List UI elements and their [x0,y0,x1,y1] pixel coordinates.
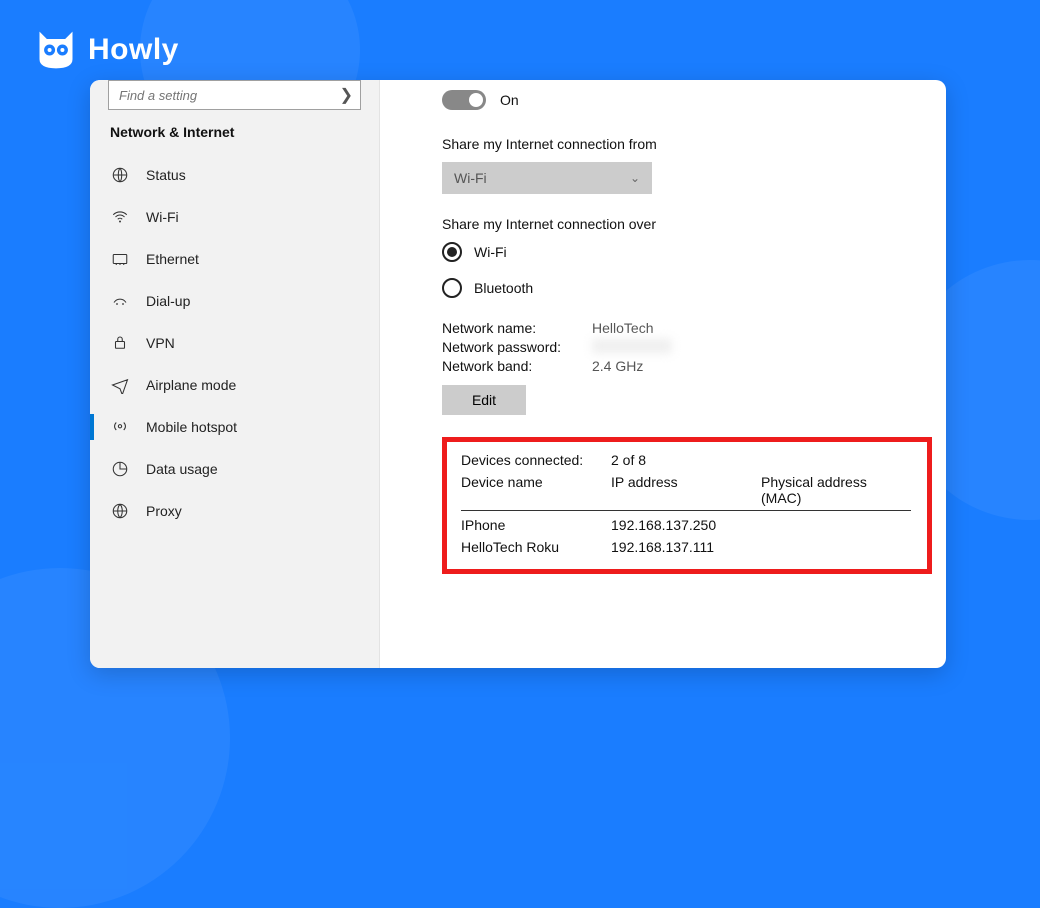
chevron-down-icon: ⌄ [630,171,640,185]
edit-button[interactable]: Edit [442,385,526,415]
hotspot-icon [110,417,130,437]
radio-wifi-row[interactable]: Wi-Fi [442,242,946,262]
sidebar-item-proxy[interactable]: Proxy [90,490,379,532]
radio-bluetooth-row[interactable]: Bluetooth [442,278,946,298]
sidebar-item-label: Status [146,167,186,183]
share-from-dropdown[interactable]: Wi-Fi ⌄ [442,162,652,194]
search-wrap: ❯ [108,80,361,110]
col-device-name: Device name [461,474,611,506]
radio-wifi[interactable] [442,242,462,262]
share-from-selected: Wi-Fi [454,170,487,186]
col-mac: Physical address (MAC) [761,474,911,506]
sidebar-item-hotspot[interactable]: Mobile hotspot [90,406,379,448]
share-over-group: Share my Internet connection over Wi-Fi … [442,216,946,298]
dialup-icon [110,291,130,311]
sidebar-item-label: Ethernet [146,251,199,267]
sidebar-nav: Status Wi-Fi Ethernet Dial-up [90,154,379,532]
sidebar-item-label: Airplane mode [146,377,236,393]
ethernet-icon [110,249,130,269]
vpn-icon [110,333,130,353]
network-name-value: HelloTech [592,320,653,336]
share-from-label: Share my Internet connection from [442,136,946,152]
network-band-value: 2.4 GHz [592,358,643,374]
share-from-group: Share my Internet connection from Wi-Fi … [442,136,946,194]
globe-icon [110,165,130,185]
settings-window: ❯ Network & Internet Status Wi-Fi Ether [90,80,946,668]
proxy-icon [110,501,130,521]
sidebar-section-title: Network & Internet [110,124,379,140]
airplane-icon [110,375,130,395]
devices-connected-label: Devices connected: [461,452,611,468]
sidebar-item-label: Proxy [146,503,182,519]
sidebar-item-ethernet[interactable]: Ethernet [90,238,379,280]
device-ip: 192.168.137.111 [611,539,761,555]
radio-wifi-label: Wi-Fi [474,244,507,260]
device-name: IPhone [461,517,611,533]
datausage-icon [110,459,130,479]
col-ip: IP address [611,474,761,506]
device-name: HelloTech Roku [461,539,611,555]
device-ip: 192.168.137.250 [611,517,761,533]
sidebar-item-status[interactable]: Status [90,154,379,196]
share-over-label: Share my Internet connection over [442,216,946,232]
brand-name: Howly [88,33,179,67]
main-content: On Share my Internet connection from Wi-… [380,80,946,668]
device-row: IPhone 192.168.137.250 [461,517,911,533]
hotspot-toggle[interactable] [442,90,486,110]
sidebar-item-datausage[interactable]: Data usage [90,448,379,490]
search-input[interactable] [108,80,361,110]
sidebar-item-label: VPN [146,335,175,351]
sidebar: ❯ Network & Internet Status Wi-Fi Ether [90,80,380,668]
owl-icon [34,28,78,72]
sidebar-item-vpn[interactable]: VPN [90,322,379,364]
sidebar-item-dialup[interactable]: Dial-up [90,280,379,322]
network-name-label: Network name: [442,320,592,336]
sidebar-item-label: Mobile hotspot [146,419,237,435]
sidebar-item-label: Dial-up [146,293,190,309]
devices-connected-box: Devices connected: 2 of 8 Device name IP… [442,437,932,574]
radio-bluetooth[interactable] [442,278,462,298]
network-band-label: Network band: [442,358,592,374]
device-row: HelloTech Roku 192.168.137.111 [461,539,911,555]
howly-brand: Howly [34,28,179,72]
sidebar-item-airplane[interactable]: Airplane mode [90,364,379,406]
devices-table-header: Device name IP address Physical address … [461,474,911,511]
network-password-label: Network password: [442,339,592,355]
network-password-value [592,339,672,353]
network-info: Network name: HelloTech Network password… [442,320,946,415]
sidebar-item-label: Data usage [146,461,218,477]
search-icon: ❯ [340,85,353,105]
sidebar-item-label: Wi-Fi [146,209,179,225]
devices-connected-value: 2 of 8 [611,452,646,468]
toggle-label: On [500,92,519,108]
hotspot-toggle-row: On [442,90,946,110]
radio-bluetooth-label: Bluetooth [474,280,533,296]
sidebar-item-wifi[interactable]: Wi-Fi [90,196,379,238]
wifi-icon [110,207,130,227]
